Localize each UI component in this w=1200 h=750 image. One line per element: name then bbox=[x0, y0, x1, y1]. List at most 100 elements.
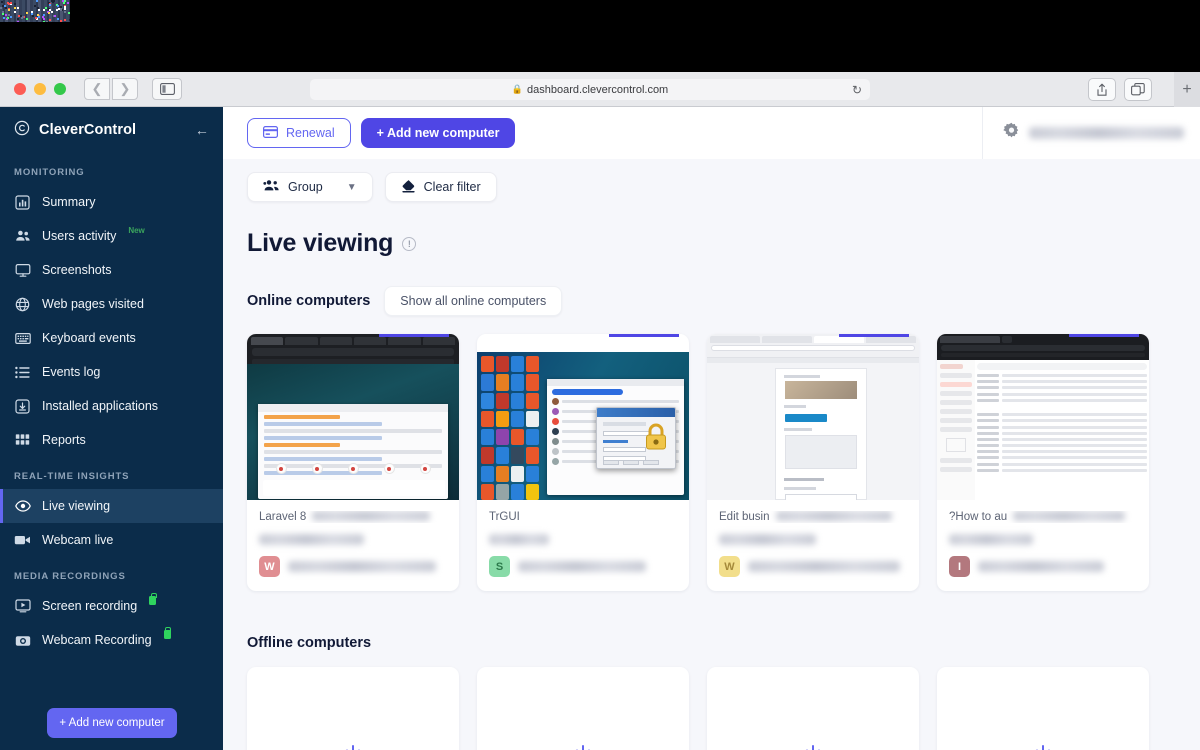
thumb-document bbox=[775, 368, 867, 500]
computer-card[interactable]: Laravel 8 Laravel 8 - 2023 full tutorial… bbox=[247, 334, 459, 591]
online-computers-heading: Online computers bbox=[247, 293, 370, 309]
offline-computer-card[interactable] bbox=[247, 667, 459, 750]
maximize-window-button[interactable] bbox=[54, 83, 66, 95]
clear-filter-button[interactable]: Clear filter bbox=[385, 172, 497, 202]
computer-title: TrGUI bbox=[489, 511, 520, 523]
add-new-computer-button[interactable]: + Add new computer bbox=[361, 118, 516, 148]
users-group-icon bbox=[263, 179, 280, 195]
computer-subtitle: IT-DESK9 bbox=[949, 534, 1033, 545]
sidebar-item-label: Summary bbox=[42, 195, 95, 209]
sidebar-item-label: Installed applications bbox=[42, 399, 158, 413]
sidebar-item-installed-applications[interactable]: Installed applications bbox=[0, 389, 223, 423]
list-icon bbox=[14, 366, 31, 379]
sidebar-item-label: Webcam Recording bbox=[42, 633, 152, 647]
thumb-browser-chrome bbox=[707, 334, 919, 358]
offline-computers-heading: Offline computers bbox=[247, 635, 371, 651]
computer-owner: IT Desk IT DESK9 bbox=[978, 561, 1104, 572]
play-box-icon bbox=[14, 599, 31, 613]
sidebar-item-reports[interactable]: Reports bbox=[0, 423, 223, 457]
offline-computer-card[interactable] bbox=[937, 667, 1149, 750]
lock-icon bbox=[164, 630, 171, 639]
windows-desktop-thumb[interactable] bbox=[477, 334, 689, 500]
new-badge: New bbox=[128, 226, 144, 235]
account-email: premium.demo@clevercontrol.com bbox=[1029, 127, 1184, 139]
sidebar-item-label: Events log bbox=[42, 365, 100, 379]
minimize-window-button[interactable] bbox=[34, 83, 46, 95]
online-computers-header: Online computers Show all online compute… bbox=[247, 286, 1176, 316]
renewal-button[interactable]: Renewal bbox=[247, 118, 351, 148]
browser-chrome: ❮ ❯ 🔒 dashboard.clevercontrol.com ↻ + bbox=[0, 72, 1200, 107]
computer-subtitle: SVRLA bbox=[489, 534, 549, 545]
mail-inbox-thumb[interactable] bbox=[937, 334, 1149, 500]
computer-card-body: ?How to au ?How to authenticate SMTP Inb… bbox=[937, 500, 1149, 591]
computer-card[interactable]: ?How to au ?How to authenticate SMTP Inb… bbox=[937, 334, 1149, 591]
window-traffic-lights[interactable] bbox=[8, 83, 66, 95]
thumb-app-window bbox=[547, 379, 684, 495]
sidebar-item-web-pages-visited[interactable]: Web pages visited bbox=[0, 287, 223, 321]
computer-title: Edit busin bbox=[719, 511, 770, 523]
sidebar-item-webcam-live[interactable]: Webcam live bbox=[0, 523, 223, 557]
forward-icon[interactable]: ❯ bbox=[112, 78, 138, 100]
info-icon[interactable]: ! bbox=[402, 237, 416, 251]
computer-card-body: TrGUI SVRLA S Some Plan DEMO-Ac bbox=[477, 500, 689, 591]
back-icon[interactable]: ❮ bbox=[84, 78, 110, 100]
power-icon bbox=[1026, 739, 1060, 750]
reload-icon[interactable]: ↻ bbox=[852, 83, 862, 97]
users-icon bbox=[14, 229, 31, 243]
share-icon[interactable] bbox=[1088, 78, 1116, 101]
sidebar-item-summary[interactable]: Summary bbox=[0, 185, 223, 219]
account-menu[interactable]: premium.demo@clevercontrol.com bbox=[982, 107, 1200, 159]
clear-filter-label: Clear filter bbox=[424, 180, 481, 194]
computer-title-rest: Edit busin - Page - Google Chrome bbox=[776, 511, 892, 521]
thumb-accent-bar bbox=[1069, 334, 1139, 337]
navigation-buttons[interactable]: ❮ ❯ bbox=[84, 78, 138, 100]
sidebar-item-keyboard-events[interactable]: Keyboard events bbox=[0, 321, 223, 355]
thumb-page bbox=[707, 358, 919, 500]
new-tab-button[interactable]: + bbox=[1174, 72, 1200, 107]
sidebar-item-screen-recording[interactable]: Screen recording bbox=[0, 589, 223, 623]
globe-icon bbox=[14, 297, 31, 312]
url-text: dashboard.clevercontrol.com bbox=[527, 84, 668, 96]
computer-title: Laravel 8 bbox=[259, 511, 306, 523]
arrow-left-icon[interactable]: ← bbox=[195, 122, 209, 138]
offline-computer-card[interactable] bbox=[707, 667, 919, 750]
offline-computer-card[interactable] bbox=[477, 667, 689, 750]
sidebar-item-live-viewing[interactable]: Live viewing bbox=[0, 489, 223, 523]
main-content: Renewal + Add new computer premium.demo@… bbox=[223, 107, 1200, 750]
glitch-artifact bbox=[0, 0, 70, 22]
show-all-online-computers-button[interactable]: Show all online computers bbox=[384, 286, 562, 316]
thumb-caption bbox=[263, 480, 445, 496]
sidebar-item-screenshots[interactable]: Screenshots bbox=[0, 253, 223, 287]
brand[interactable]: CleverControl ← bbox=[0, 107, 223, 153]
sidebar-item-label: Users activity bbox=[42, 229, 116, 243]
thumb-accent-bar bbox=[379, 334, 449, 337]
thumb-accent-bar bbox=[609, 334, 679, 337]
sidebar-item-events-log[interactable]: Events log bbox=[0, 355, 223, 389]
computer-card-body: Edit busin Edit busin - Page - Google Ch… bbox=[707, 500, 919, 591]
copyright-shield-icon bbox=[14, 120, 30, 140]
power-icon bbox=[566, 739, 600, 750]
group-filter-dropdown[interactable]: Group ▼ bbox=[247, 172, 373, 202]
download-box-icon bbox=[14, 399, 31, 414]
avatar: W bbox=[259, 556, 280, 577]
thumb-mail-sidebar bbox=[937, 360, 975, 500]
sidebar-toggle-icon[interactable] bbox=[152, 78, 182, 100]
computer-card[interactable]: Edit busin Edit busin - Page - Google Ch… bbox=[707, 334, 919, 591]
computer-title: ?How to au bbox=[949, 511, 1007, 523]
address-bar[interactable]: 🔒 dashboard.clevercontrol.com ↻ bbox=[310, 79, 870, 100]
sidebar-item-users-activity[interactable]: Users activity New bbox=[0, 219, 223, 253]
laravel-browser-thumb[interactable] bbox=[247, 334, 459, 500]
avatar: W bbox=[719, 556, 740, 577]
sidebar-add-computer-button[interactable]: + Add new computer bbox=[47, 708, 177, 738]
page-content: Live viewing ! Online computers Show all… bbox=[223, 229, 1200, 750]
gear-icon[interactable] bbox=[1003, 122, 1020, 144]
edit-business-page-thumb[interactable] bbox=[707, 334, 919, 500]
grid-icon bbox=[14, 433, 31, 448]
close-window-button[interactable] bbox=[14, 83, 26, 95]
browser-right-buttons[interactable] bbox=[1088, 78, 1152, 101]
sidebar-item-webcam-recording[interactable]: Webcam Recording bbox=[0, 623, 223, 657]
thumb-accent-bar bbox=[839, 334, 909, 337]
tabs-overview-icon[interactable] bbox=[1124, 78, 1152, 101]
computer-card[interactable]: TrGUI SVRLA S Some Plan DEMO-Ac bbox=[477, 334, 689, 591]
thumb-desktop bbox=[247, 364, 459, 500]
